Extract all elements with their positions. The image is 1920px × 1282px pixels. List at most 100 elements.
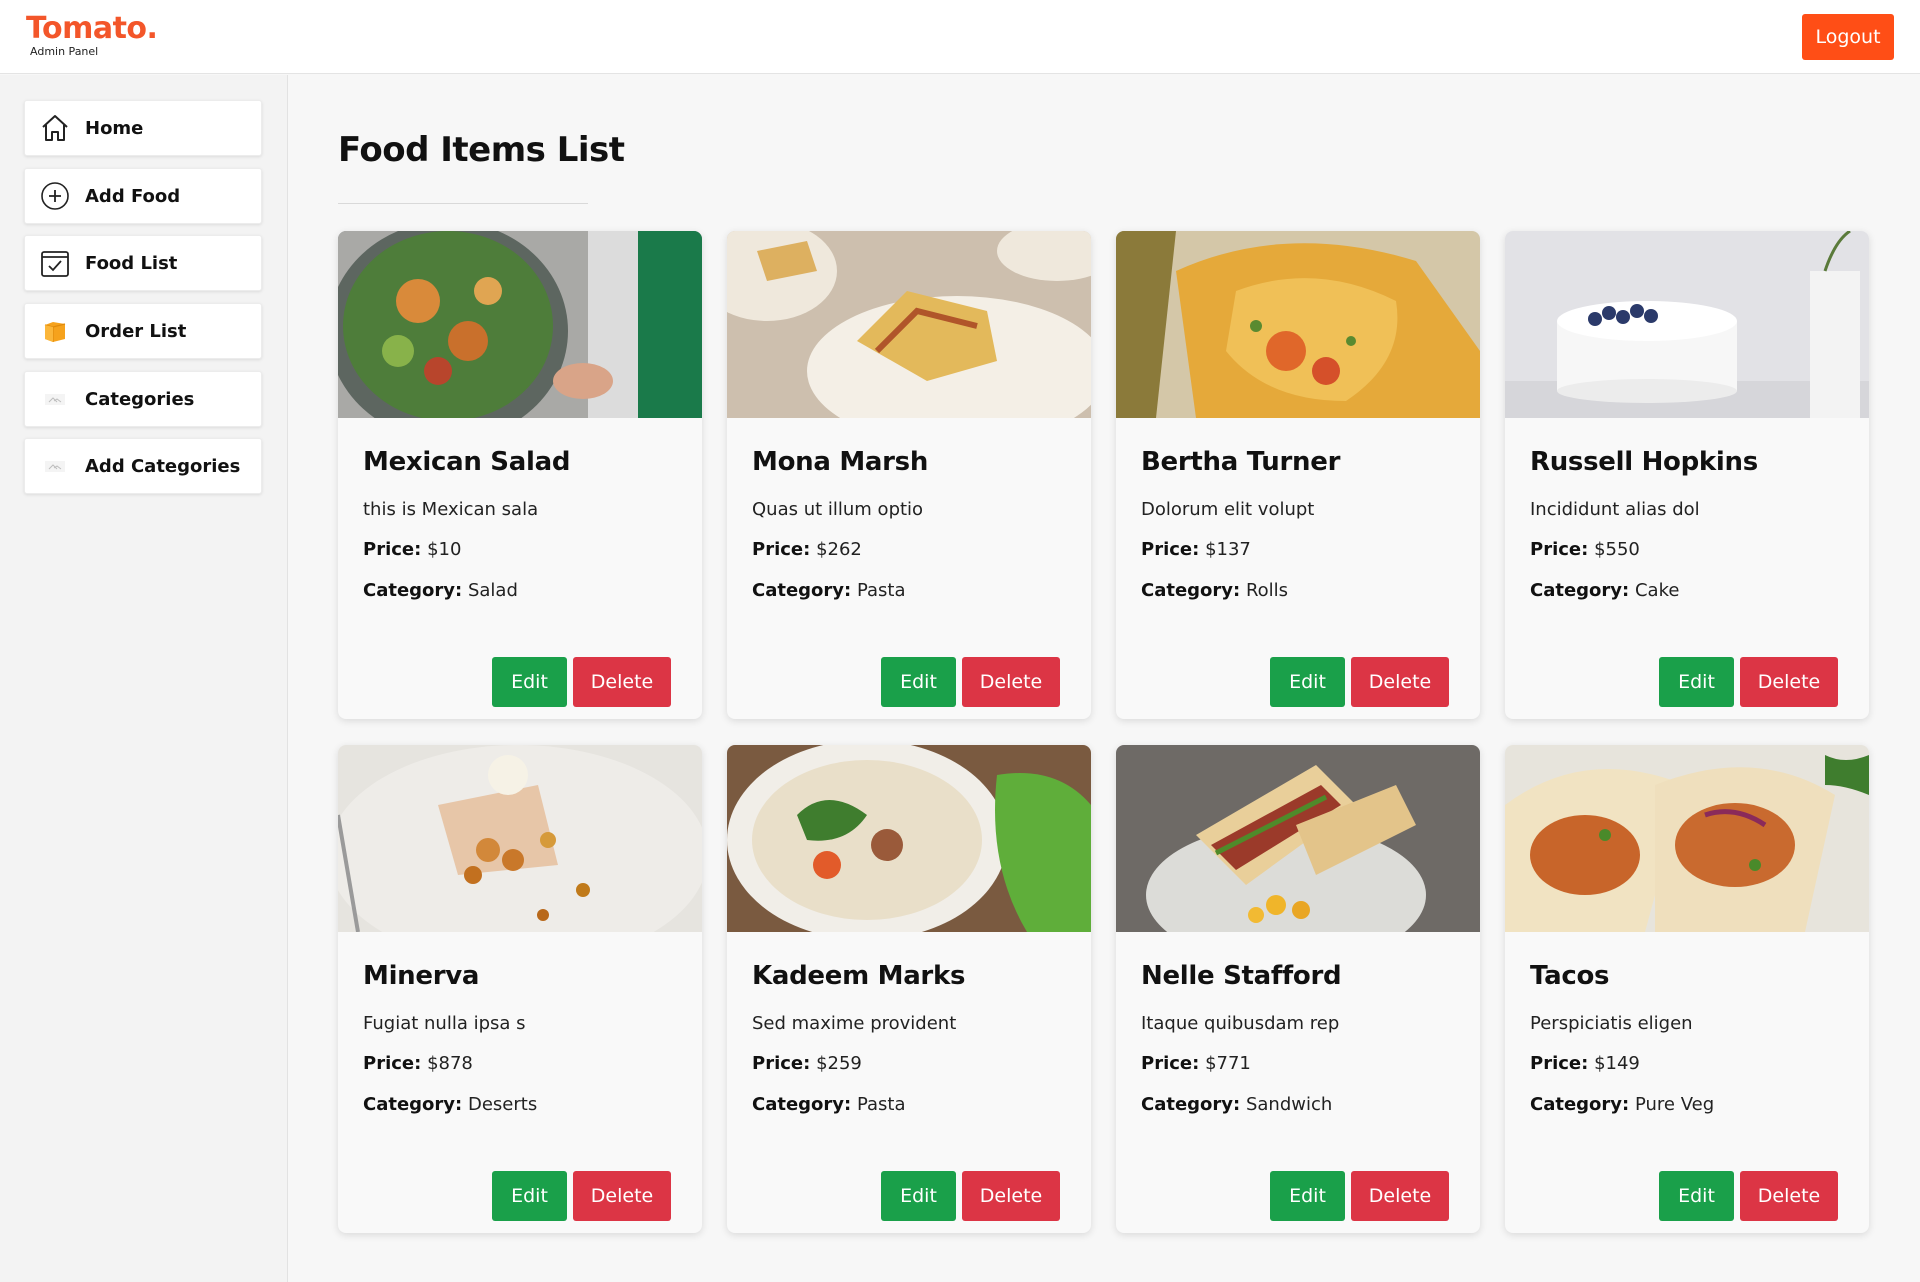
food-category: Category: Pasta (752, 580, 906, 601)
food-price: Price: $137 (1141, 539, 1251, 560)
price-value: $259 (816, 1053, 862, 1074)
food-price: Price: $878 (363, 1053, 473, 1074)
edit-button[interactable]: Edit (1270, 657, 1345, 707)
category-label: Category: (363, 580, 463, 601)
sidebar-item-label: Categories (85, 388, 195, 410)
food-description: Dolorum elit volupt (1141, 499, 1315, 520)
category-label: Category: (1141, 580, 1241, 601)
food-card: Nelle Stafford Itaque quibusdam rep Pric… (1116, 745, 1480, 1233)
top-bar: Tomato. Admin Panel Logout (0, 0, 1920, 74)
delete-button[interactable]: Delete (573, 1171, 671, 1221)
edit-button[interactable]: Edit (881, 657, 956, 707)
sidebar-item-label: Add Categories (85, 455, 241, 477)
brand-logo[interactable]: Tomato. Admin Panel (26, 11, 158, 58)
food-image (1116, 231, 1480, 418)
food-category: Category: Pure Veg (1530, 1094, 1714, 1115)
food-image (727, 745, 1091, 932)
sidebar-item-add-food[interactable]: Add Food (24, 168, 262, 224)
category-label: Category: (1530, 580, 1630, 601)
price-value: $262 (816, 539, 862, 560)
sidebar-item-label: Home (85, 117, 144, 139)
edit-button[interactable]: Edit (492, 1171, 567, 1221)
edit-button[interactable]: Edit (1659, 1171, 1734, 1221)
food-name: Kadeem Marks (752, 961, 966, 991)
food-card: Russell Hopkins Incididunt alias dol Pri… (1505, 231, 1869, 719)
home-icon (39, 112, 71, 144)
sidebar-item-label: Add Food (85, 185, 181, 207)
food-description: Sed maxime provident (752, 1013, 957, 1034)
food-price: Price: $10 (363, 539, 461, 560)
sidebar-item-label: Food List (85, 252, 178, 274)
food-name: Bertha Turner (1141, 447, 1341, 477)
food-price: Price: $262 (752, 539, 862, 560)
category-label: Category: (1530, 1094, 1630, 1115)
food-description: Quas ut illum optio (752, 499, 924, 520)
food-description: this is Mexican sala (363, 499, 539, 520)
price-value: $771 (1205, 1053, 1251, 1074)
brand-subtitle: Admin Panel (30, 45, 99, 58)
food-description: Perspiciatis eligen (1530, 1013, 1693, 1034)
sidebar-item-food-list[interactable]: Food List (24, 235, 262, 291)
food-name: Nelle Stafford (1141, 961, 1342, 991)
category-value: Sandwich (1245, 1094, 1333, 1115)
food-name: Russell Hopkins (1530, 447, 1758, 477)
logout-button[interactable]: Logout (1802, 14, 1894, 60)
sidebar-item-categories[interactable]: Categories (24, 371, 262, 427)
food-image (338, 745, 702, 932)
category-label: Category: (752, 580, 852, 601)
category-value: Pure Veg (1634, 1094, 1715, 1115)
checklist-icon (39, 247, 71, 279)
price-label: Price: (363, 1053, 422, 1074)
food-card: Bertha Turner Dolorum elit volupt Price:… (1116, 231, 1480, 719)
food-image (1505, 231, 1869, 418)
food-card: Tacos Perspiciatis eligen Price: $149 Ca… (1505, 745, 1869, 1233)
food-category: Category: Deserts (363, 1094, 537, 1115)
food-category: Category: Sandwich (1141, 1094, 1332, 1115)
title-divider (338, 203, 588, 204)
price-label: Price: (1141, 539, 1200, 560)
food-name: Tacos (1530, 961, 1610, 991)
delete-button[interactable]: Delete (1351, 1171, 1449, 1221)
price-label: Price: (1530, 539, 1589, 560)
sidebar-item-home[interactable]: Home (24, 100, 262, 156)
sidebar-item-order-list[interactable]: Order List (24, 303, 262, 359)
price-label: Price: (752, 1053, 811, 1074)
page-title: Food Items List (338, 130, 625, 170)
delete-button[interactable]: Delete (573, 657, 671, 707)
category-label: Category: (752, 1094, 852, 1115)
category-value: Salad (467, 580, 518, 601)
category-label: Category: (363, 1094, 463, 1115)
food-category: Category: Cake (1530, 580, 1679, 601)
food-price: Price: $550 (1530, 539, 1640, 560)
delete-button[interactable]: Delete (1351, 657, 1449, 707)
plus-circle-icon (39, 180, 71, 212)
brand-name: Tomato. (26, 11, 158, 46)
food-name: Mona Marsh (752, 447, 929, 477)
edit-button[interactable]: Edit (1659, 657, 1734, 707)
delete-button[interactable]: Delete (1740, 1171, 1838, 1221)
food-category: Category: Pasta (752, 1094, 906, 1115)
price-value: $10 (427, 539, 462, 560)
edit-button[interactable]: Edit (492, 657, 567, 707)
price-value: $878 (427, 1053, 473, 1074)
food-image (1116, 745, 1480, 932)
category-thumbnail-icon (39, 450, 71, 482)
price-value: $149 (1594, 1053, 1640, 1074)
food-description: Incididunt alias dol (1530, 499, 1700, 520)
sidebar-item-add-categories[interactable]: Add Categories (24, 438, 262, 494)
food-card: Mona Marsh Quas ut illum optio Price: $2… (727, 231, 1091, 719)
delete-button[interactable]: Delete (962, 657, 1060, 707)
delete-button[interactable]: Delete (962, 1171, 1060, 1221)
food-description: Itaque quibusdam rep (1141, 1013, 1340, 1034)
delete-button[interactable]: Delete (1740, 657, 1838, 707)
food-image (338, 231, 702, 418)
food-name: Mexican Salad (363, 447, 571, 477)
category-value: Pasta (856, 580, 906, 601)
price-label: Price: (1141, 1053, 1200, 1074)
category-thumbnail-icon (39, 383, 71, 415)
price-value: $137 (1205, 539, 1251, 560)
edit-button[interactable]: Edit (881, 1171, 956, 1221)
edit-button[interactable]: Edit (1270, 1171, 1345, 1221)
food-image (727, 231, 1091, 418)
food-category: Category: Salad (363, 580, 518, 601)
